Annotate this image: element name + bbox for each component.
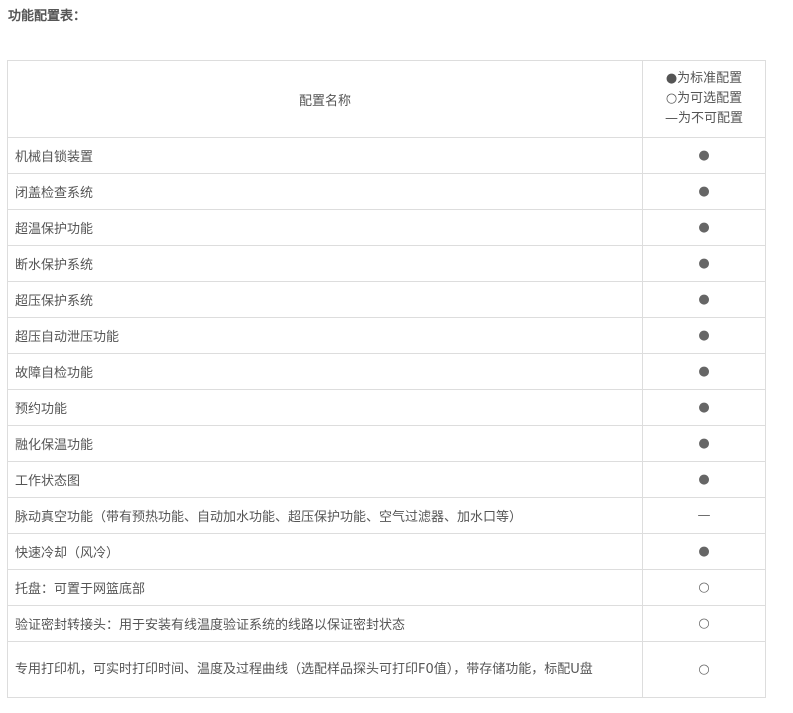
row-mark: ● bbox=[642, 209, 766, 246]
row-mark: ● bbox=[642, 425, 766, 462]
legend-unavailable: —为不可配置 bbox=[664, 111, 743, 126]
table-row: 超压保护系统 ● bbox=[7, 281, 766, 318]
table-heading: 功能配置表： bbox=[8, 9, 87, 24]
table-row: 闭盖检查系统 ● bbox=[7, 173, 766, 210]
legend-optional: ○为可选配置 bbox=[665, 91, 743, 106]
row-mark: ○ bbox=[642, 569, 766, 606]
table-row: 专用打印机，可实时打印时间、温度及过程曲线（选配样品探头可打印F0值），带存储功… bbox=[7, 641, 766, 698]
header-legend: ●为标准配置 ○为可选配置 —为不可配置 bbox=[642, 60, 766, 138]
row-mark: ○ bbox=[642, 641, 766, 698]
row-name: 托盘：可置于网篮底部 bbox=[7, 569, 643, 606]
header-config-name: 配置名称 bbox=[7, 60, 643, 138]
table-row: 脉动真空功能（带有预热功能、自动加水功能、超压保护功能、空气过滤器、加水口等） … bbox=[7, 497, 766, 534]
table-row: 预约功能 ● bbox=[7, 389, 766, 426]
table-row: 快速冷却（风冷） ● bbox=[7, 533, 766, 570]
row-mark: ○ bbox=[642, 605, 766, 642]
row-name: 快速冷却（风冷） bbox=[7, 533, 643, 570]
row-mark: ● bbox=[642, 461, 766, 498]
row-mark: ● bbox=[642, 281, 766, 318]
table-row: 超压自动泄压功能 ● bbox=[7, 317, 766, 354]
row-mark: ● bbox=[642, 389, 766, 426]
row-name: 超温保护功能 bbox=[7, 209, 643, 246]
table-row: 机械自锁装置 ● bbox=[7, 137, 766, 174]
legend-standard: ●为标准配置 bbox=[665, 71, 743, 86]
row-name: 融化保温功能 bbox=[7, 425, 643, 462]
row-name: 超压自动泄压功能 bbox=[7, 317, 643, 354]
row-name: 专用打印机，可实时打印时间、温度及过程曲线（选配样品探头可打印F0值），带存储功… bbox=[7, 641, 643, 698]
config-table: 配置名称 ●为标准配置 ○为可选配置 —为不可配置 机械自锁装置 ● 闭盖检查系… bbox=[7, 60, 766, 698]
row-name: 机械自锁装置 bbox=[7, 137, 643, 174]
row-mark: ● bbox=[642, 317, 766, 354]
row-mark: — bbox=[642, 497, 766, 534]
row-name: 故障自检功能 bbox=[7, 353, 643, 390]
table-row: 融化保温功能 ● bbox=[7, 425, 766, 462]
row-mark: ● bbox=[642, 137, 766, 174]
table-row: 超温保护功能 ● bbox=[7, 209, 766, 246]
row-name: 闭盖检查系统 bbox=[7, 173, 643, 210]
row-name: 超压保护系统 bbox=[7, 281, 643, 318]
row-mark: ● bbox=[642, 353, 766, 390]
row-mark: ● bbox=[642, 245, 766, 282]
row-name: 断水保护系统 bbox=[7, 245, 643, 282]
table-row: 验证密封转接头：用于安装有线温度验证系统的线路以保证密封状态 ○ bbox=[7, 605, 766, 642]
table-header-row: 配置名称 ●为标准配置 ○为可选配置 —为不可配置 bbox=[7, 60, 766, 138]
row-name: 脉动真空功能（带有预热功能、自动加水功能、超压保护功能、空气过滤器、加水口等） bbox=[7, 497, 643, 534]
table-row: 断水保护系统 ● bbox=[7, 245, 766, 282]
table-row: 托盘：可置于网篮底部 ○ bbox=[7, 569, 766, 606]
row-name: 工作状态图 bbox=[7, 461, 643, 498]
table-row: 工作状态图 ● bbox=[7, 461, 766, 498]
row-name: 验证密封转接头：用于安装有线温度验证系统的线路以保证密封状态 bbox=[7, 605, 643, 642]
row-mark: ● bbox=[642, 173, 766, 210]
table-row: 故障自检功能 ● bbox=[7, 353, 766, 390]
row-name: 预约功能 bbox=[7, 389, 643, 426]
row-mark: ● bbox=[642, 533, 766, 570]
